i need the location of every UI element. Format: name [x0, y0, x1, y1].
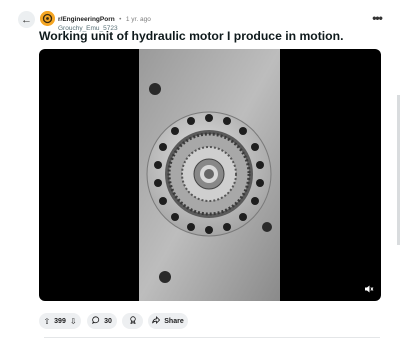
subreddit-link[interactable]: r/EngineeringPorn [58, 16, 115, 23]
video-frame [139, 49, 280, 301]
back-button[interactable]: ← [18, 11, 35, 28]
share-arrow-icon [152, 316, 161, 326]
speaker-muted-icon [365, 285, 374, 293]
arrow-left-icon: ← [21, 13, 32, 26]
divider [44, 337, 380, 338]
video-player[interactable] [39, 49, 381, 301]
vote-score: 399 [54, 317, 66, 325]
comments-count: 30 [104, 317, 112, 325]
post-title: Working unit of hydraulic motor I produc… [39, 29, 344, 43]
subreddit-avatar[interactable] [40, 11, 55, 26]
award-icon [129, 316, 137, 326]
vote-pill: ⇧ 399 ⇩ [39, 313, 81, 329]
share-label: Share [164, 317, 184, 325]
share-button[interactable]: Share [148, 313, 188, 329]
more-horizontal-icon: ••• [372, 11, 383, 25]
arrow-down-icon[interactable]: ⇩ [70, 317, 77, 326]
arrow-up-icon[interactable]: ⇧ [43, 317, 50, 326]
comment-bubble-icon [92, 316, 100, 326]
mute-button[interactable] [363, 283, 375, 295]
subreddit-logo-icon [40, 11, 55, 26]
comments-button[interactable]: 30 [87, 313, 117, 329]
award-button[interactable] [122, 313, 143, 329]
meta-separator: • [119, 16, 122, 23]
post-time: 1 yr. ago [125, 16, 151, 23]
more-options-button[interactable]: ••• [370, 11, 384, 25]
